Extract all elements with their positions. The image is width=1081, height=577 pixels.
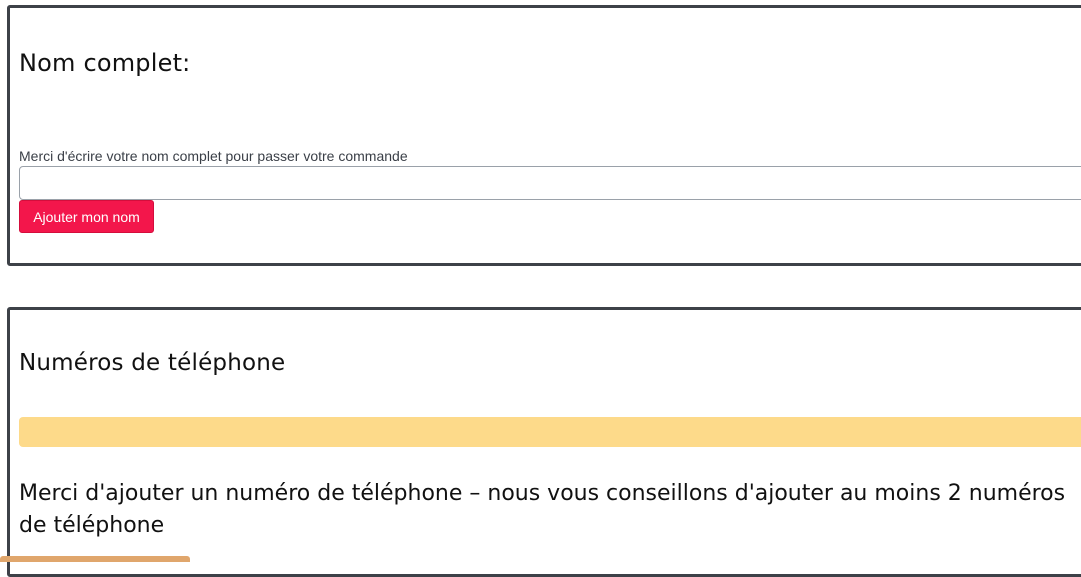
full-name-field-label: Merci d'écrire votre nom complet pour pa… xyxy=(19,148,408,164)
full-name-heading: Nom complet: xyxy=(19,49,191,77)
full-name-card: Nom complet: Merci d'écrire votre nom co… xyxy=(7,5,1081,266)
phone-numbers-note: Merci d'ajouter un numéro de téléphone –… xyxy=(19,481,1066,538)
phone-numbers-heading: Numéros de téléphone xyxy=(19,350,286,376)
add-name-button[interactable]: Ajouter mon nom xyxy=(19,200,154,233)
phone-numbers-card: Numéros de téléphone Merci d'ajouter un … xyxy=(7,307,1081,577)
alert-bar xyxy=(19,417,1081,447)
bottom-tab[interactable] xyxy=(0,556,190,562)
full-name-input[interactable] xyxy=(19,166,1081,200)
